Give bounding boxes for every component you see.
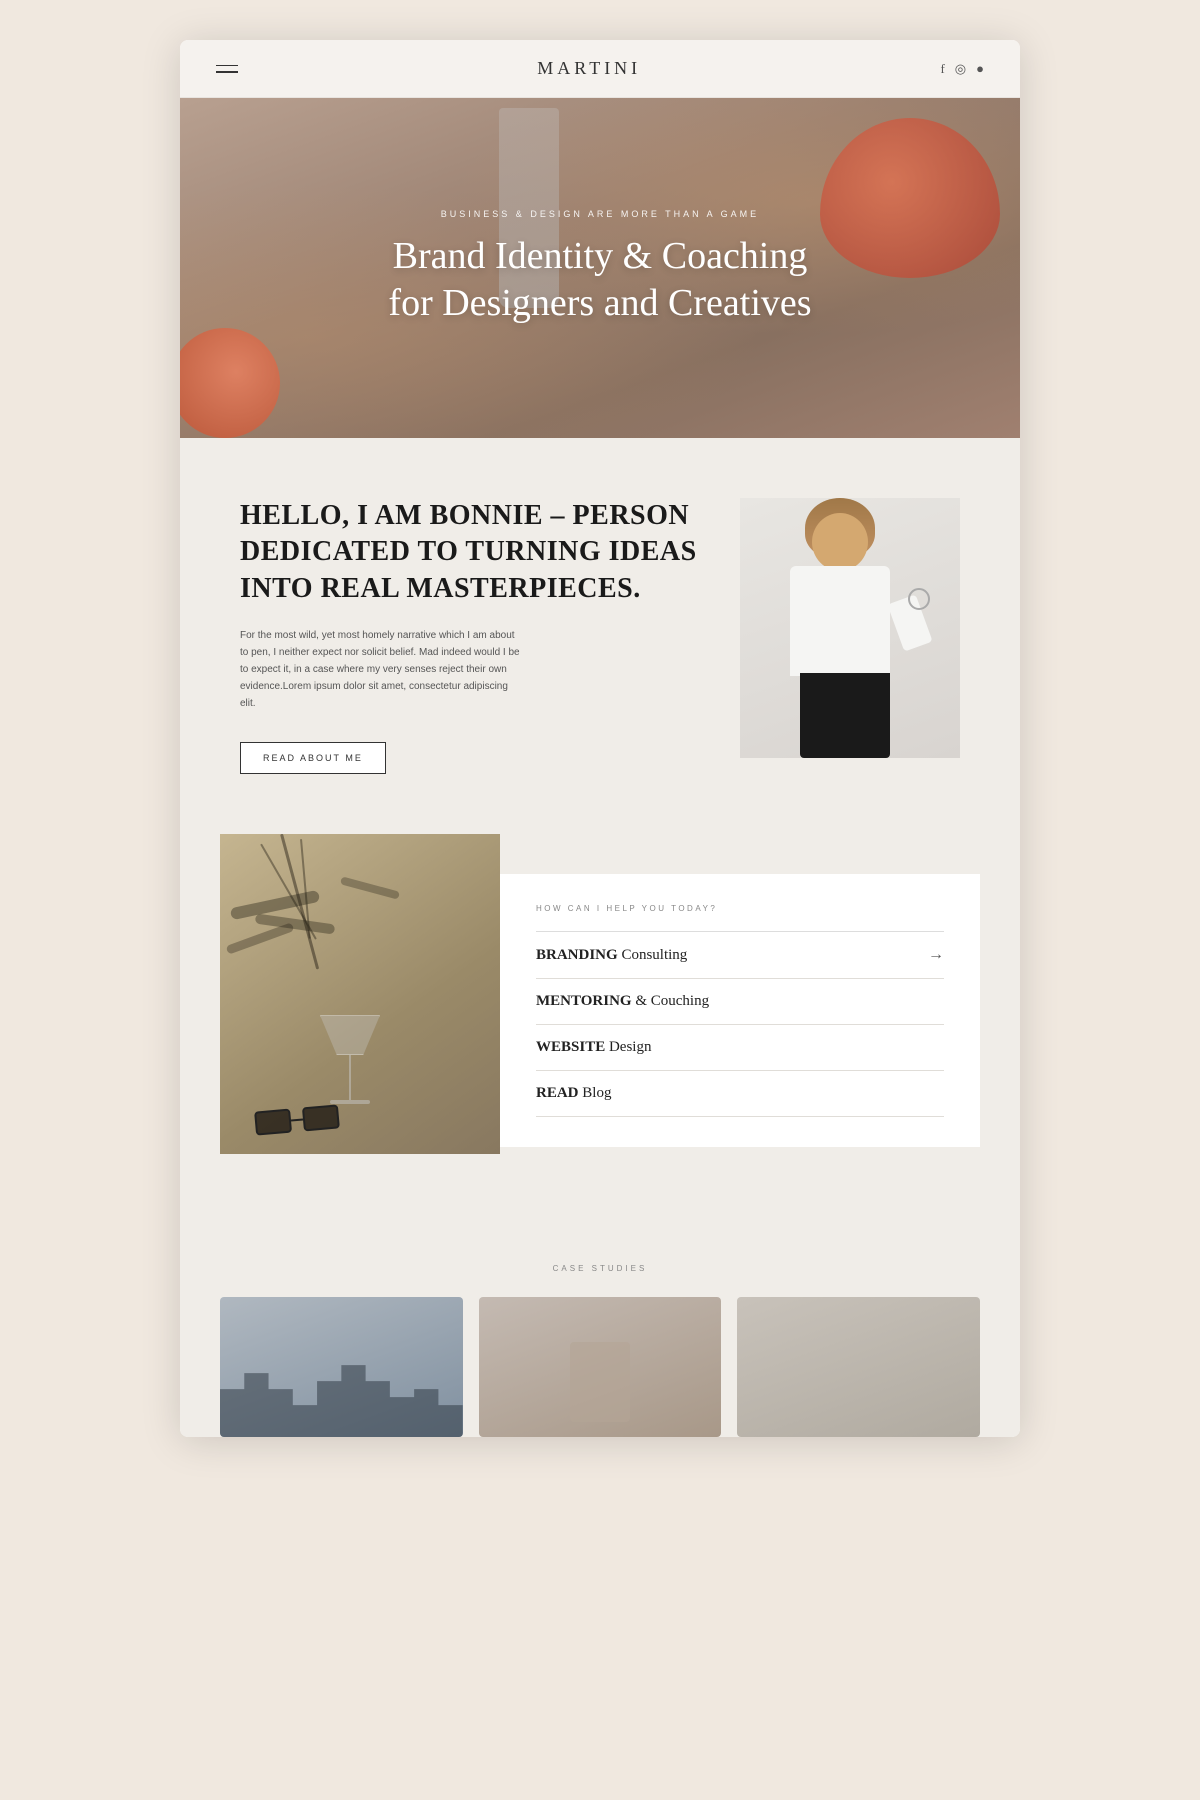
about-heading: HELLO, I AM BONNIE – PERSON DEDICATED TO… xyxy=(240,498,700,607)
services-image xyxy=(220,834,500,1154)
facebook-icon[interactable]: f xyxy=(940,61,944,77)
case-study-card-1[interactable] xyxy=(220,1297,463,1437)
service-name-branding: BRANDING Consulting xyxy=(536,947,687,964)
services-label: HOW CAN I HELP YOU TODAY? xyxy=(536,904,944,913)
social-links: f ◎ ● xyxy=(940,61,984,77)
about-body-text: For the most wild, yet most homely narra… xyxy=(240,627,520,712)
hero-title: Brand Identity & Coaching for Designers … xyxy=(370,233,830,328)
instagram-icon[interactable]: ◎ xyxy=(955,61,966,77)
case-study-card-2[interactable] xyxy=(479,1297,722,1437)
case-studies-section: CASE STUDIES xyxy=(180,1214,1020,1437)
navbar: MARTINI f ◎ ● xyxy=(180,40,1020,98)
services-section: HOW CAN I HELP YOU TODAY? BRANDING Consu… xyxy=(180,834,1020,1214)
read-about-me-button[interactable]: READ ABOUT ME xyxy=(240,742,386,774)
browser-window: MARTINI f ◎ ● BUSINESS & DESIGN ARE MORE… xyxy=(180,40,1020,1437)
service-name-blog: READ Blog xyxy=(536,1085,611,1102)
service-name-mentoring: MENTORING & Couching xyxy=(536,993,709,1010)
pinterest-icon[interactable]: ● xyxy=(976,61,984,77)
site-logo[interactable]: MARTINI xyxy=(537,58,641,79)
hero-subtitle: BUSINESS & DESIGN ARE MORE THAN A GAME xyxy=(370,209,830,219)
services-card: HOW CAN I HELP YOU TODAY? BRANDING Consu… xyxy=(500,874,980,1147)
about-portrait-image xyxy=(740,498,960,758)
service-item-website[interactable]: WEBSITE Design xyxy=(536,1025,944,1071)
service-name-website: WEBSITE Design xyxy=(536,1039,651,1056)
case-studies-label: CASE STUDIES xyxy=(220,1264,980,1273)
building-silhouette xyxy=(220,1357,463,1437)
service-item-blog[interactable]: READ Blog xyxy=(536,1071,944,1117)
hamburger-menu[interactable] xyxy=(216,65,238,73)
case-studies-grid xyxy=(220,1297,980,1437)
about-section: HELLO, I AM BONNIE – PERSON DEDICATED TO… xyxy=(180,438,1020,834)
case-study-card-3[interactable] xyxy=(737,1297,980,1437)
hero-section: BUSINESS & DESIGN ARE MORE THAN A GAME B… xyxy=(180,98,1020,438)
service-item-branding[interactable]: BRANDING Consulting → xyxy=(536,932,944,979)
about-text-block: HELLO, I AM BONNIE – PERSON DEDICATED TO… xyxy=(240,498,700,774)
service-arrow-branding: → xyxy=(928,946,944,964)
grapefruit-left xyxy=(180,328,280,438)
hero-content: BUSINESS & DESIGN ARE MORE THAN A GAME B… xyxy=(350,189,850,348)
service-item-mentoring[interactable]: MENTORING & Couching xyxy=(536,979,944,1025)
